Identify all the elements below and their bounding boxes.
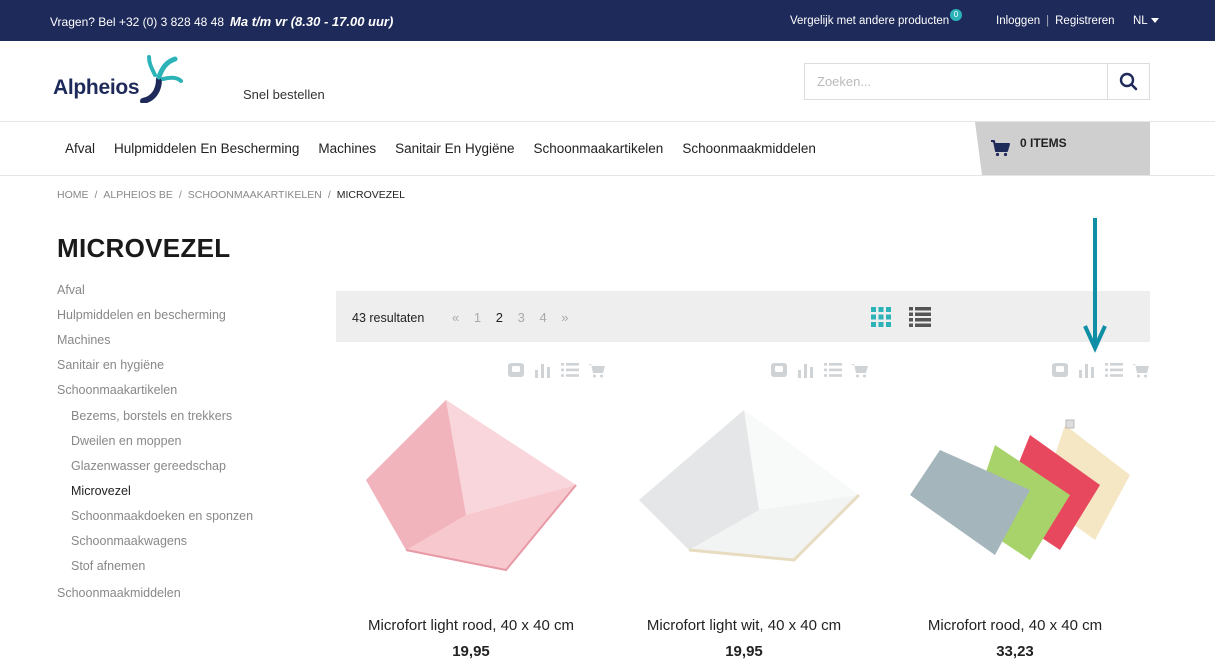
add-to-cart-icon[interactable] xyxy=(588,362,606,378)
list-view-icon[interactable] xyxy=(909,307,931,327)
nav-divider xyxy=(0,175,1215,176)
account-links: Inloggen | Registreren xyxy=(996,15,1115,27)
search-icon xyxy=(1119,72,1138,91)
compare-count-badge: 0 xyxy=(950,9,962,21)
sidebar-item-schoonmaakartikelen[interactable]: Schoonmaakartikelen xyxy=(57,383,177,397)
search-button[interactable] xyxy=(1107,64,1149,99)
sidebar-item-machines[interactable]: Machines xyxy=(57,333,111,347)
quick-order-link[interactable]: Snel bestellen xyxy=(243,87,325,102)
search-input[interactable] xyxy=(805,64,1105,99)
login-link[interactable]: Inloggen xyxy=(996,15,1040,27)
compare-icon[interactable] xyxy=(1078,362,1096,378)
pagination-page-3[interactable]: 3 xyxy=(518,310,525,325)
arrow-down-icon xyxy=(1083,218,1107,353)
pagination-page-2[interactable]: 2 xyxy=(496,310,503,325)
opening-hours: Ma t/m vr (8.30 - 17.00 uur) xyxy=(230,14,394,29)
sidebar-item-afval[interactable]: Afval xyxy=(57,283,85,297)
product-image[interactable] xyxy=(619,390,869,600)
cart-label: 0 ITEMS xyxy=(1020,136,1067,150)
pagination-page-4[interactable]: 4 xyxy=(539,310,546,325)
wishlist-icon[interactable] xyxy=(507,362,525,378)
sidebar-subitem-glazenwasser[interactable]: Glazenwasser gereedschap xyxy=(71,459,226,473)
breadcrumb-alpheios-be[interactable]: ALPHEIOS BE xyxy=(103,189,172,201)
account-separator: | xyxy=(1046,15,1050,27)
cart-icon xyxy=(991,140,1010,157)
product-actions xyxy=(770,362,869,378)
product-image[interactable] xyxy=(346,390,596,600)
page-title: MICROVEZEL xyxy=(57,233,231,263)
language-label: NL xyxy=(1133,15,1148,27)
sidebar-subitem-microvezel[interactable]: Microvezel xyxy=(71,484,131,498)
register-link[interactable]: Registreren xyxy=(1055,15,1114,27)
sidebar-item-sanitair[interactable]: Sanitair en hygiëne xyxy=(57,358,164,372)
compare-icon[interactable] xyxy=(534,362,552,378)
product-card[interactable]: Microfort rood, 40 x 40 cm 33,23 xyxy=(880,360,1150,659)
breadcrumb-separator: / xyxy=(178,189,182,201)
compare-products-link[interactable]: Vergelijk met andere producten xyxy=(790,15,949,27)
nav-item-machines[interactable]: Machines xyxy=(318,141,376,156)
search-box xyxy=(804,63,1150,100)
sidebar-subitem-schoonmaakwagens[interactable]: Schoonmaakwagens xyxy=(71,534,187,548)
language-selector[interactable]: NL xyxy=(1133,15,1159,27)
nav-item-schoonmaakmiddelen[interactable]: Schoonmaakmiddelen xyxy=(682,141,816,156)
pagination: « 1 2 3 4 » xyxy=(452,310,580,325)
product-card[interactable]: Microfort light wit, 40 x 40 cm 19,95 xyxy=(609,360,879,659)
sidebar-subitem-bezems[interactable]: Bezems, borstels en trekkers xyxy=(71,409,232,423)
main-nav: Afval Hulpmiddelen En Bescherming Machin… xyxy=(65,141,816,156)
product-card[interactable]: Microfort light rood, 40 x 40 cm 19,95 xyxy=(336,360,606,659)
sidebar-subitem-schoonmaakdoeken[interactable]: Schoonmaakdoeken en sponzen xyxy=(71,509,253,523)
header-divider xyxy=(0,121,1215,122)
logo-text: Alpheios xyxy=(53,76,140,99)
nav-item-afval[interactable]: Afval xyxy=(65,141,95,156)
logo-mark-icon xyxy=(140,55,183,103)
breadcrumb-schoonmaakartikelen[interactable]: SCHOONMAAKARTIKELEN xyxy=(188,189,322,201)
product-name[interactable]: Microfort light wit, 40 x 40 cm xyxy=(609,617,879,634)
product-image[interactable] xyxy=(890,390,1140,600)
phone-text: Vragen? Bel +32 (0) 3 828 48 48 xyxy=(50,15,225,29)
caret-down-icon xyxy=(1150,18,1159,23)
sidebar-item-hulpmiddelen[interactable]: Hulpmiddelen en bescherming xyxy=(57,308,226,322)
wishlist-icon[interactable] xyxy=(1051,362,1069,378)
product-actions xyxy=(1051,362,1150,378)
product-price: 33,23 xyxy=(996,643,1034,659)
logo[interactable]: Alpheios xyxy=(53,55,183,105)
wishlist-icon[interactable] xyxy=(770,362,788,378)
product-price: 19,95 xyxy=(452,643,490,659)
contact-info: Vragen? Bel +32 (0) 3 828 48 48 Ma t/m vr… xyxy=(50,14,393,29)
nav-item-hulpmiddelen[interactable]: Hulpmiddelen En Bescherming xyxy=(114,141,299,156)
sidebar-item-schoonmaakmiddelen[interactable]: Schoonmaakmiddelen xyxy=(57,586,181,600)
product-price: 19,95 xyxy=(725,643,763,659)
breadcrumb-home[interactable]: HOME xyxy=(57,189,89,201)
pagination-next[interactable]: » xyxy=(561,310,568,325)
breadcrumb-separator: / xyxy=(327,189,331,201)
pagination-page-1[interactable]: 1 xyxy=(474,310,481,325)
cart-button[interactable]: 0 ITEMS xyxy=(975,122,1150,175)
breadcrumb-separator: / xyxy=(94,189,98,201)
grid-view-icon[interactable] xyxy=(871,307,891,327)
add-to-cart-icon[interactable] xyxy=(1132,362,1150,378)
sidebar-subitem-dweilen[interactable]: Dweilen en moppen xyxy=(71,434,182,448)
compare-icon[interactable] xyxy=(797,362,815,378)
results-count: 43 resultaten xyxy=(352,311,425,325)
details-list-icon[interactable] xyxy=(1105,362,1123,378)
top-bar: Vragen? Bel +32 (0) 3 828 48 48 Ma t/m vr… xyxy=(0,0,1215,41)
product-actions xyxy=(507,362,606,378)
nav-item-schoonmaakartikelen[interactable]: Schoonmaakartikelen xyxy=(533,141,663,156)
breadcrumb-current: MICROVEZEL xyxy=(336,189,405,201)
product-name[interactable]: Microfort light rood, 40 x 40 cm xyxy=(336,617,606,634)
details-list-icon[interactable] xyxy=(824,362,842,378)
product-name[interactable]: Microfort rood, 40 x 40 cm xyxy=(880,617,1150,634)
breadcrumb: HOME / ALPHEIOS BE / SCHOONMAAKARTIKELEN / MIC… xyxy=(57,189,405,201)
results-toolbar: 43 resultaten « 1 2 3 4 » xyxy=(336,291,1150,342)
nav-item-sanitair[interactable]: Sanitair En Hygiëne xyxy=(395,141,514,156)
sidebar-subitem-stof-afnemen[interactable]: Stof afnemen xyxy=(71,559,145,573)
pagination-prev[interactable]: « xyxy=(452,310,459,325)
add-to-cart-icon[interactable] xyxy=(851,362,869,378)
details-list-icon[interactable] xyxy=(561,362,579,378)
